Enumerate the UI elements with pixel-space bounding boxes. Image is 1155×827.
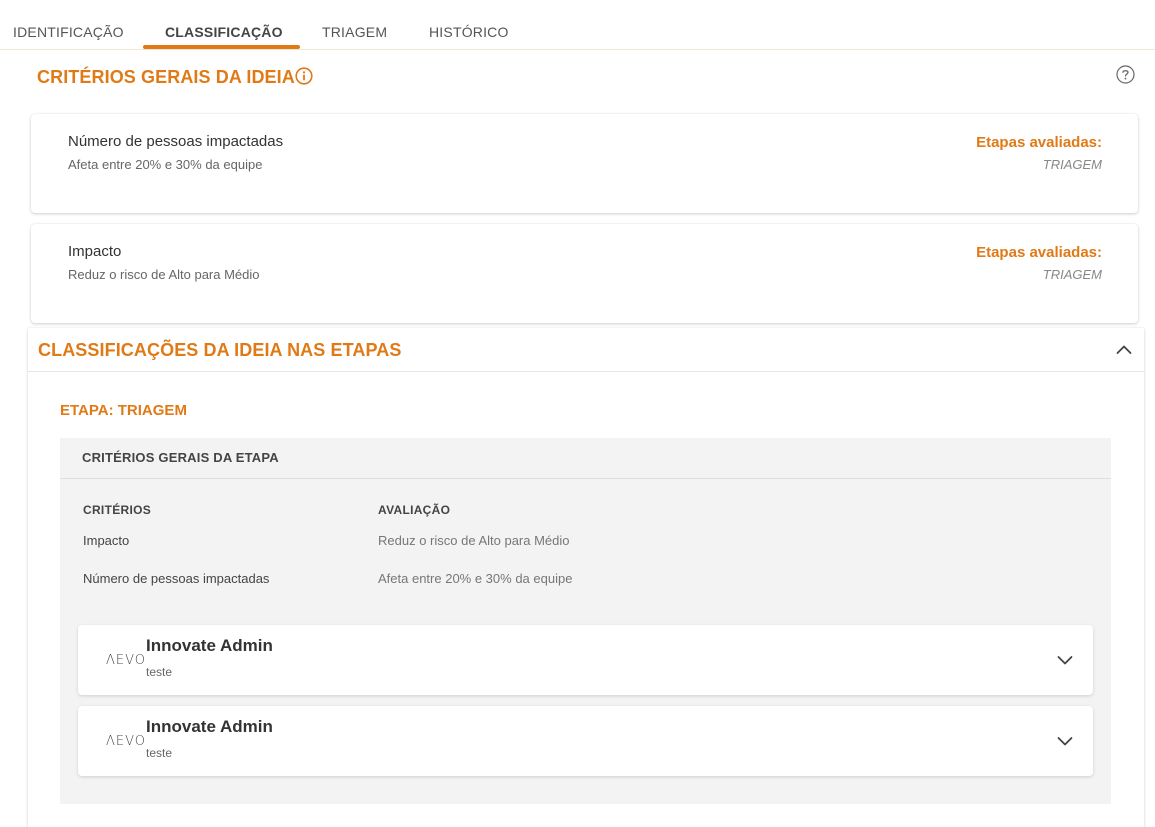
criteria-name: Número de pessoas impactadas (68, 133, 284, 150)
stage-criteria-title: CRITÉRIOS GERAIS DA ETAPA (82, 450, 279, 465)
evaluated-steps-value: TRIAGEM (1042, 157, 1102, 172)
stage-label: ETAPA: TRIAGEM (60, 402, 187, 419)
column-header-criteria: CRITÉRIOS (83, 503, 152, 517)
stage-classifications-title: CLASSIFICAÇÕES DA IDEIA NAS ETAPAS (38, 340, 402, 360)
criteria-name: Impacto (68, 243, 122, 260)
tab-bar: IDENTIFICAÇÃO CLASSIFICAÇÃO TRIAGEM HIST… (0, 0, 1155, 50)
stage-classifications-header[interactable]: CLASSIFICAÇÕES DA IDEIA NAS ETAPAS (28, 328, 1144, 372)
evaluation-cell: Afeta entre 20% e 30% da equipe (378, 571, 573, 586)
criteria-card: Número de pessoas impactadas Afeta entre… (31, 114, 1138, 213)
criteria-value: Afeta entre 20% e 30% da equipe (68, 157, 263, 172)
info-icon[interactable] (295, 67, 313, 85)
stage-criteria-box: CRITÉRIOS GERAIS DA ETAPA CRITÉRIOS AVAL… (60, 438, 1111, 804)
stage-criteria-header: CRITÉRIOS GERAIS DA ETAPA (60, 438, 1111, 479)
evaluator-avatar-logo: ΛEVO (106, 653, 147, 668)
column-header-evaluation: AVALIAÇÃO (378, 503, 451, 517)
chevron-up-icon[interactable] (1115, 341, 1133, 359)
criteria-cell: Impacto (83, 533, 130, 548)
criteria-card: Impacto Reduz o risco de Alto para Médio… (31, 224, 1138, 323)
chevron-down-icon[interactable] (1056, 732, 1074, 750)
evaluator-name: Innovate Admin (146, 717, 273, 736)
tab-identificacao[interactable]: IDENTIFICAÇÃO (13, 24, 124, 40)
tab-historico[interactable]: HISTÓRICO (429, 24, 509, 40)
stage-classifications-panel: CLASSIFICAÇÕES DA IDEIA NAS ETAPAS ETAPA… (28, 328, 1144, 827)
evaluated-steps-label: Etapas avaliadas: (976, 134, 1102, 151)
evaluator-card[interactable]: ΛEVO Innovate Admin teste (78, 625, 1093, 695)
evaluated-steps-label: Etapas avaliadas: (976, 244, 1102, 261)
tab-classificacao[interactable]: CLASSIFICAÇÃO (165, 24, 283, 40)
evaluator-name: Innovate Admin (146, 636, 273, 655)
evaluator-comment: teste (146, 746, 173, 760)
tab-triagem[interactable]: TRIAGEM (322, 24, 387, 40)
help-icon[interactable] (1116, 65, 1135, 84)
chevron-down-icon[interactable] (1056, 651, 1074, 669)
criteria-value: Reduz o risco de Alto para Médio (68, 267, 260, 282)
evaluated-steps-value: TRIAGEM (1042, 267, 1102, 282)
evaluator-comment: teste (146, 665, 173, 679)
general-criteria-title: CRITÉRIOS GERAIS DA IDEIA (37, 67, 295, 87)
evaluator-avatar-logo: ΛEVO (106, 734, 147, 749)
criteria-cell: Número de pessoas impactadas (83, 571, 270, 586)
evaluator-card[interactable]: ΛEVO Innovate Admin teste (78, 706, 1093, 776)
evaluation-cell: Reduz o risco de Alto para Médio (378, 533, 570, 548)
active-tab-indicator (143, 45, 300, 49)
